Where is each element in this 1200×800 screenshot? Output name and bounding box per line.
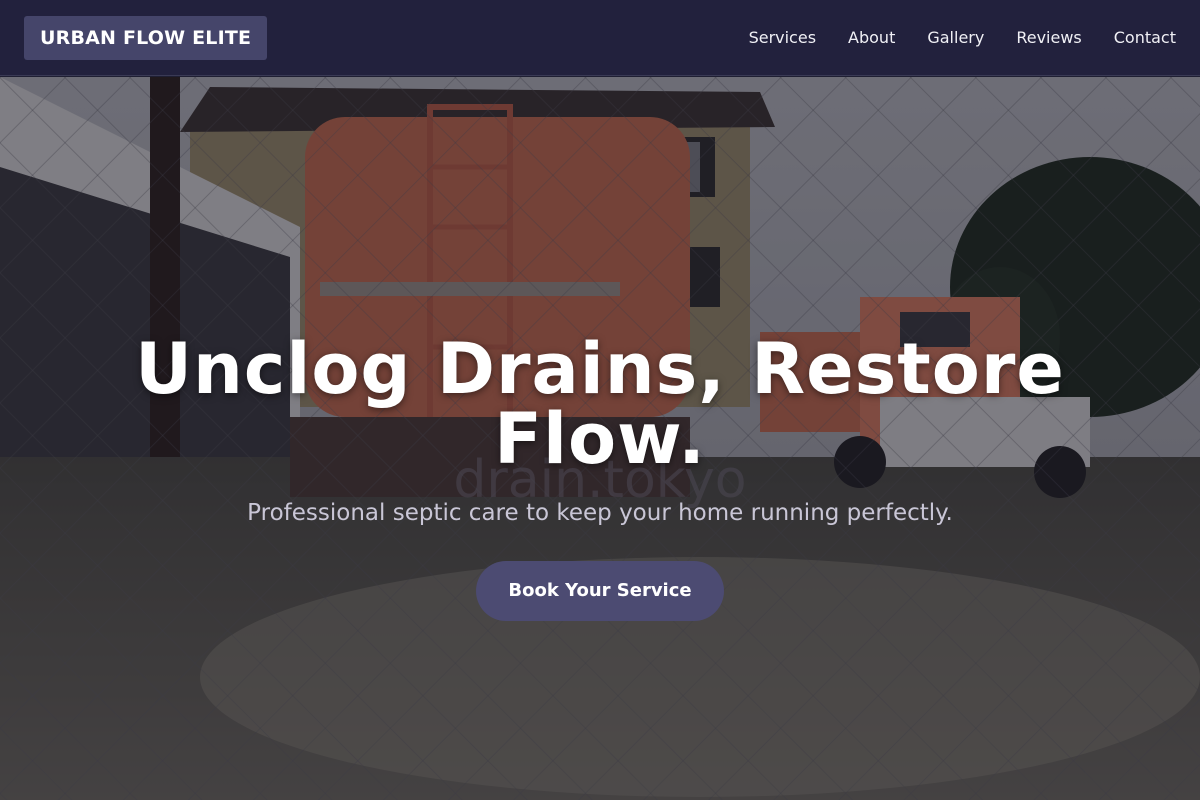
hero-content: Unclog Drains, Restore Flow. Professiona… [0, 334, 1200, 621]
nav-links: Services About Gallery Reviews Contact [749, 28, 1176, 47]
nav-link-contact[interactable]: Contact [1114, 28, 1176, 47]
site-logo[interactable]: URBAN FLOW ELITE [24, 15, 268, 60]
nav-link-gallery[interactable]: Gallery [927, 28, 984, 47]
hero-subtitle: Professional septic care to keep your ho… [247, 500, 953, 526]
nav-link-reviews[interactable]: Reviews [1016, 28, 1081, 47]
book-service-button[interactable]: Book Your Service [476, 561, 724, 621]
nav-link-services[interactable]: Services [749, 28, 816, 47]
hero-title: Unclog Drains, Restore Flow. [135, 328, 1065, 480]
nav-link-about[interactable]: About [848, 28, 895, 47]
top-navbar: URBAN FLOW ELITE Services About Gallery … [0, 0, 1200, 76]
hero-section: drain.tokyo Unclog Drains, Restore Flow.… [0, 77, 1200, 800]
